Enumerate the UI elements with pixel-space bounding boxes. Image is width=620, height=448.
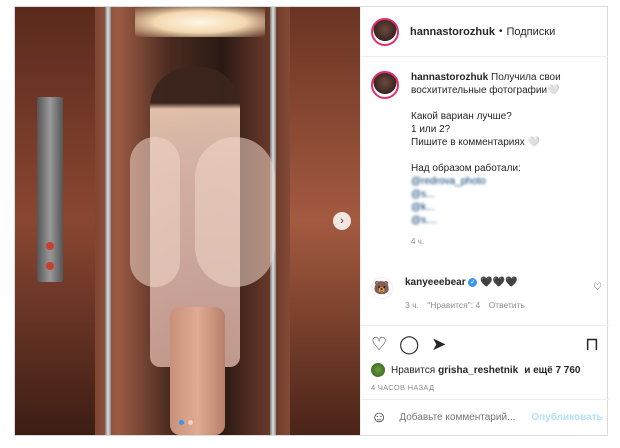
caption-line5: Пишите в комментариях 🤍 [411,137,540,148]
avatar[interactable] [371,17,399,46]
comment-time: 3 ч. [405,300,419,310]
header-separator: • [498,26,503,37]
comment-body: kanyeeebear ✓ 🖤🖤🖤 3 ч. "Нравится": 4 Отв… [405,277,531,310]
post-photo[interactable]: › [15,7,360,435]
post-sidebar: hannastorozhuk • Подписки hannastorozhuk… [360,7,609,435]
mention-link[interactable]: @s... [411,188,561,201]
likes-prefix: Нравится [391,364,436,376]
action-bar: ♡ ◯ ➤ ⊓ [361,325,609,363]
save-icon[interactable]: ⊓ [585,334,599,355]
comment-icon[interactable]: ◯ [399,334,419,355]
avatar[interactable] [371,71,399,99]
elevator-panel [37,97,63,282]
publish-button[interactable]: Опубликовать [531,412,602,423]
elevator-button [46,242,54,250]
mention-link[interactable]: @s.... [411,214,561,227]
bear-avatar-icon[interactable]: 🐻 [371,277,393,299]
post-header: hannastorozhuk • Подписки [361,7,608,57]
like-icon[interactable]: ♡ [371,334,387,355]
caption-line1: Получила свои [491,72,561,83]
caption-time: 4 ч. [411,237,425,246]
liker-avatar[interactable] [371,363,385,377]
carousel-dot [188,420,193,425]
caption-body: hannastorozhuk Получила свои восхититель… [411,71,561,248]
post-date: 4 ЧАСОВ НАЗАД [371,383,435,392]
comment-likes[interactable]: "Нравится": 4 [427,300,480,310]
caption-line6: Над образом работали: [411,163,521,174]
caption-line2: восхитительные фотографии🤍 [411,85,560,96]
comment-like-icon[interactable]: ♡ [593,282,602,293]
photo-ceiling-light [135,7,265,37]
photo-rail [105,7,111,435]
comment-username[interactable]: kanyeeebear [405,277,466,288]
mention-link[interactable]: @redrova_photo [411,175,561,188]
comment-text: 🖤🖤🖤 [480,277,518,288]
photo-sleeve [195,137,275,287]
photo-sleeve [130,137,180,287]
elevator-button [46,262,54,270]
caption: hannastorozhuk Получила свои восхититель… [371,71,601,248]
caption-username[interactable]: hannastorozhuk [411,72,488,83]
post-card: › hannastorozhuk • Подписки hannastorozh… [14,6,609,436]
share-icon[interactable]: ➤ [431,334,446,355]
carousel-dots [179,420,193,425]
caption-line4: 1 или 2? [411,124,451,135]
comment-item: 🐻 kanyeeebear ✓ 🖤🖤🖤 3 ч. "Нравится": 4 О… [371,277,601,310]
likes-count[interactable]: и ещё 7 760 [524,365,580,376]
verified-icon: ✓ [468,277,478,287]
emoji-icon[interactable]: ☺ [371,409,387,427]
liker-username[interactable]: grisha_reshetnik [438,365,518,376]
reply-button[interactable]: Ответить [489,300,525,310]
photo-legs [170,307,225,435]
header-username[interactable]: hannastorozhuk [410,26,495,38]
follow-status[interactable]: Подписки [506,26,555,38]
caption-line3: Какой вариан лучше? [411,111,512,122]
add-comment-bar: ☺ Опубликовать [361,399,609,435]
mention-link[interactable]: @k... [411,201,561,214]
comment-meta: 3 ч. "Нравится": 4 Ответить [405,300,531,310]
carousel-dot-active [179,420,184,425]
next-photo-button[interactable]: › [333,212,351,230]
comment-input[interactable] [399,412,532,423]
likes-summary: Нравится grisha_reshetnik и ещё 7 760 [371,363,583,377]
